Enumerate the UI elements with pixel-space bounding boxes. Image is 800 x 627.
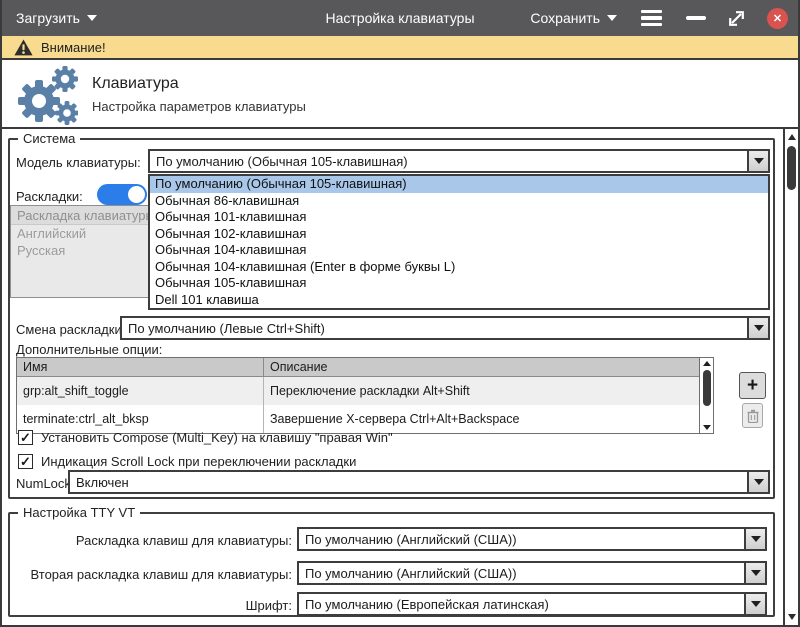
table-row[interactable]: grp:alt_shift_toggle Переключение раскла… [17, 377, 713, 405]
scrollbar-thumb[interactable] [703, 370, 711, 406]
combo-arrow-button[interactable] [747, 151, 768, 171]
combo-arrow-button[interactable] [747, 472, 768, 492]
module-header: Клавиатура Настройка параметров клавиату… [2, 62, 798, 129]
delete-option-button[interactable] [742, 403, 763, 428]
keyboard-model-value: По умолчанию (Обычная 105-клавишная) [150, 154, 747, 169]
column-header-name: Имя [17, 358, 264, 376]
numlock-combobox[interactable]: Включен [68, 470, 770, 494]
table-header-row: Имя Описание [17, 358, 713, 377]
extra-options-label: Дополнительные опции: [16, 342, 162, 357]
layout-switch-label: Смена раскладки: [16, 322, 125, 337]
option-name: terminate:ctrl_alt_bksp [17, 405, 264, 433]
tty-layout2-combobox[interactable]: По умолчанию (Английский (США)) [297, 561, 767, 585]
tty-layout2-label: Вторая раскладка клавиш для клавиатуры: [12, 567, 292, 582]
dropdown-option[interactable]: Обычная 102-клавишная [150, 226, 768, 243]
add-option-button[interactable]: + [739, 372, 766, 399]
plus-icon: + [747, 376, 758, 395]
warning-banner: Внимание! [2, 36, 798, 60]
dropdown-option[interactable]: Dell 101 клавиша [150, 292, 768, 309]
tty-font-label: Шрифт: [12, 598, 292, 613]
tty-layout2-value: По умолчанию (Английский (США)) [299, 566, 744, 581]
checkbox-checked[interactable]: ✓ [18, 454, 33, 469]
chevron-down-icon [751, 601, 761, 607]
layouts-label: Раскладки: [16, 189, 83, 204]
scroll-down-icon[interactable] [788, 614, 796, 620]
compose-checkbox-label: Установить Compose (Multi_Key) на клавиш… [41, 430, 393, 445]
page-scrollbar[interactable] [783, 129, 798, 625]
option-description: Переключение раскладки Alt+Shift [264, 377, 699, 405]
toggle-knob [128, 186, 145, 203]
minimize-button[interactable] [686, 16, 706, 20]
combo-arrow-button[interactable] [744, 563, 765, 583]
dropdown-option[interactable]: Обычная 105-клавишная [150, 275, 768, 292]
scrolllock-checkbox-row[interactable]: ✓ Индикация Scroll Lock при переключении… [18, 454, 356, 469]
scrollbar-thumb[interactable] [787, 146, 796, 190]
tty-font-value: По умолчанию (Европейская латинская) [299, 597, 744, 612]
combo-arrow-button[interactable] [747, 318, 768, 338]
tty-layout-label: Раскладка клавиш для клавиатуры: [12, 533, 292, 548]
save-menu-label: Сохранить [530, 10, 600, 26]
scroll-up-icon[interactable] [703, 361, 711, 366]
dropdown-option[interactable]: Обычная 104-клавишная [150, 242, 768, 259]
combo-arrow-button[interactable] [744, 529, 765, 549]
scroll-down-icon[interactable] [703, 425, 711, 430]
compose-checkbox-row[interactable]: ✓ Установить Compose (Multi_Key) на клав… [18, 430, 393, 445]
close-icon: ✕ [773, 12, 782, 25]
table-row[interactable]: terminate:ctrl_alt_bksp Завершение X-сер… [17, 405, 713, 433]
tty-font-combobox[interactable]: По умолчанию (Европейская латинская) [297, 592, 767, 616]
keyboard-model-combobox[interactable]: По умолчанию (Обычная 105-клавишная) [148, 149, 770, 173]
trash-icon [747, 409, 759, 423]
titlebar: Загрузить Настройка клавиатуры Сохранить… [0, 0, 800, 36]
chevron-down-icon [751, 536, 761, 542]
system-legend: Система [18, 131, 80, 146]
option-description: Завершение X-сервера Ctrl+Alt+Backspace [264, 405, 699, 433]
numlock-label: NumLock: [16, 476, 75, 491]
tty-layout-combobox[interactable]: По умолчанию (Английский (США)) [297, 527, 767, 551]
tty-layout-value: По умолчанию (Английский (США)) [299, 532, 744, 547]
hamburger-menu-icon[interactable] [638, 7, 665, 30]
keyboard-model-label: Модель клавиатуры: [16, 155, 141, 170]
page-subtitle: Настройка параметров клавиатуры [92, 99, 306, 114]
dropdown-option[interactable]: Обычная 101-клавишная [150, 209, 768, 226]
layout-switch-combobox[interactable]: По умолчанию (Левые Ctrl+Shift) [120, 316, 770, 340]
chevron-down-icon [754, 158, 764, 164]
keyboard-settings-window: Загрузить Настройка клавиатуры Сохранить… [0, 0, 800, 627]
extra-options-table: Имя Описание grp:alt_shift_toggle Перекл… [16, 357, 714, 434]
combo-arrow-button[interactable] [744, 594, 765, 614]
scroll-up-icon[interactable] [788, 134, 796, 140]
warning-triangle-icon [14, 39, 33, 56]
dropdown-option[interactable]: Обычная 104-клавишная (Enter в форме бук… [150, 259, 768, 276]
option-name: grp:alt_shift_toggle [17, 377, 264, 405]
checkbox-checked[interactable]: ✓ [18, 430, 33, 445]
chevron-down-icon [607, 15, 617, 21]
keyboard-model-dropdown-list: По умолчанию (Обычная 105-клавишная) Обы… [148, 174, 770, 310]
scrolllock-checkbox-label: Индикация Scroll Lock при переключении р… [41, 454, 356, 469]
maximize-icon[interactable] [727, 9, 746, 28]
page-title: Клавиатура [92, 75, 179, 93]
table-scrollbar[interactable] [699, 358, 713, 433]
layout-switch-value: По умолчанию (Левые Ctrl+Shift) [122, 321, 747, 336]
warning-text: Внимание! [41, 40, 106, 55]
chevron-down-icon [754, 325, 764, 331]
chevron-down-icon [754, 479, 764, 485]
check-icon: ✓ [20, 431, 31, 444]
save-menu-button[interactable]: Сохранить [530, 10, 617, 26]
close-button[interactable]: ✕ [767, 8, 788, 29]
check-icon: ✓ [20, 455, 31, 468]
column-header-description: Описание [264, 358, 699, 376]
numlock-value: Включен [70, 475, 747, 490]
layouts-toggle-switch[interactable] [97, 184, 147, 205]
dropdown-option[interactable]: По умолчанию (Обычная 105-клавишная) [150, 176, 768, 193]
chevron-down-icon [751, 570, 761, 576]
dropdown-option[interactable]: Обычная 86-клавишная [150, 193, 768, 210]
tty-legend: Настройка TTY VT [18, 505, 140, 520]
gears-icon [12, 65, 78, 127]
